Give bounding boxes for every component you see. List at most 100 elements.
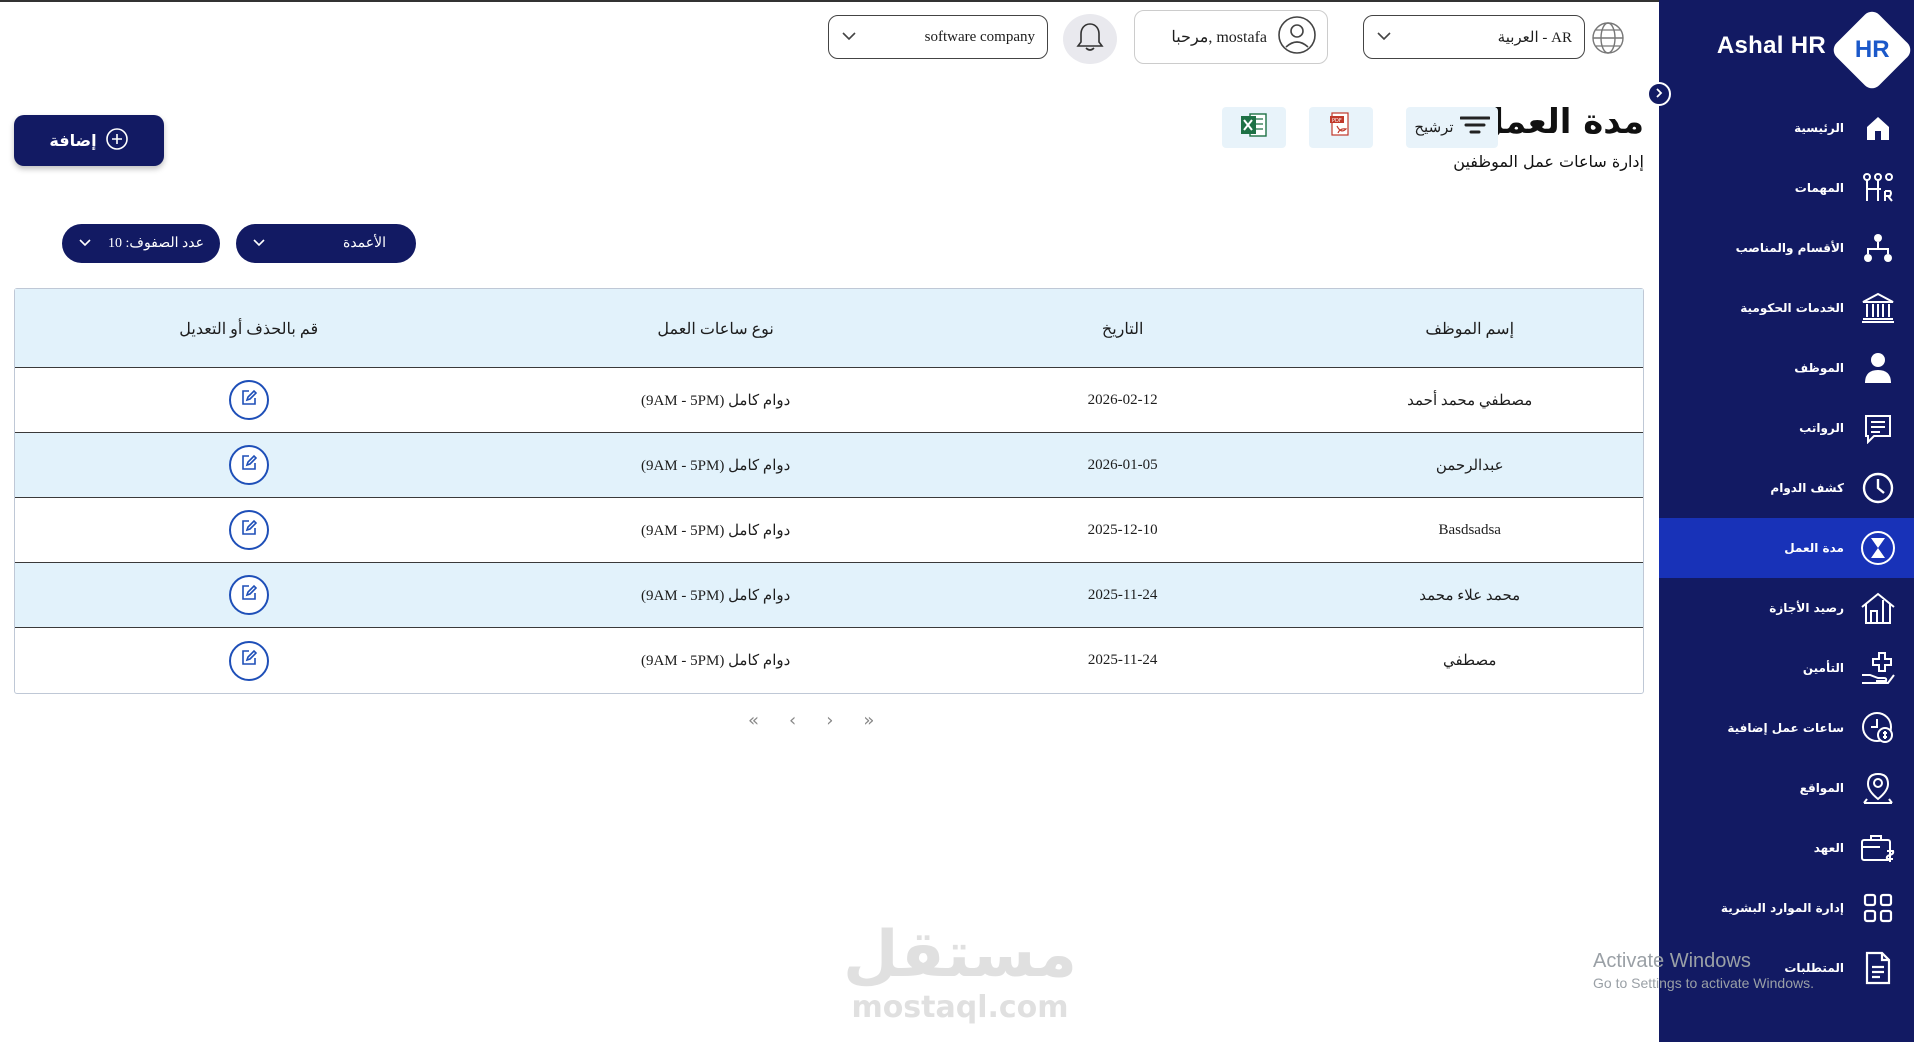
- sidebar-item-hr-management[interactable]: إدارة الموارد البشرية: [1659, 878, 1914, 938]
- app-logo: HR: [1829, 7, 1914, 93]
- avatar-icon: [1277, 15, 1317, 60]
- header-date[interactable]: التاريخ: [949, 289, 1297, 368]
- sidebar-item-departments[interactable]: الأقسام والمناصب: [1659, 218, 1914, 278]
- app-name: Ashal HR: [1716, 32, 1826, 59]
- bank-icon: [1856, 286, 1900, 330]
- mostaql-watermark: مستقل mostaql.com: [840, 920, 1080, 1025]
- user-menu[interactable]: مرحبا, mostafa: [1134, 10, 1328, 64]
- edit-button[interactable]: [228, 445, 269, 485]
- watermark-arabic: مستقل: [842, 918, 1078, 992]
- cell-work-type: دوام كامل (9AM - 5PM): [640, 457, 791, 474]
- sidebar-item-label: ساعات عمل إضافية: [1727, 721, 1844, 735]
- cell-employee-name: عبدالرحمن: [1435, 457, 1504, 474]
- table-row: عبدالرحمن 2026-01-05 دوام كامل (9AM - 5P…: [15, 433, 1643, 498]
- cell-employee-name: مصطفي محمد أحمد: [1407, 392, 1533, 409]
- edit-button[interactable]: [228, 640, 269, 681]
- cell-date: 2026-02-12: [1087, 391, 1158, 408]
- sidebar-item-label: التأمين: [1802, 661, 1844, 675]
- pagination: « ‹ › »: [748, 710, 874, 731]
- edit-button[interactable]: [228, 575, 269, 615]
- bell-icon: [1075, 21, 1105, 58]
- columns-label: الأعمدة: [342, 236, 386, 251]
- receipt-icon: [1856, 406, 1900, 450]
- sidebar-item-label: المهمات: [1794, 181, 1844, 195]
- sidebar-item-custody[interactable]: العهد: [1659, 818, 1914, 878]
- cell-date: 2025-11-24: [1087, 586, 1158, 603]
- document-icon: [1856, 946, 1900, 990]
- add-button[interactable]: إضافة: [14, 115, 164, 166]
- add-label: إضافة: [49, 131, 97, 150]
- table-row: مصطفي محمد أحمد 2026-02-12 دوام كامل (9A…: [15, 368, 1643, 433]
- sidebar-item-tasks[interactable]: المهمات: [1659, 158, 1914, 218]
- edit-icon: [240, 649, 258, 672]
- prev-page-button[interactable]: ‹: [789, 710, 796, 731]
- columns-select[interactable]: الأعمدة: [236, 224, 416, 263]
- edit-button[interactable]: [228, 380, 269, 420]
- sidebar-item-insurance[interactable]: التأمين: [1659, 638, 1914, 698]
- language-select[interactable]: العربية - AR: [1363, 15, 1585, 59]
- cell-work-type: دوام كامل (9AM - 5PM): [640, 587, 791, 604]
- company-select-value: software company: [924, 28, 1035, 45]
- page-title: مدة العمل: [1474, 102, 1644, 142]
- rows-per-page-label: عدد الصفوف: 10: [108, 236, 204, 251]
- cell-employee-name: مصطفي: [1443, 653, 1497, 669]
- sidebar-item-label: إدارة الموارد البشرية: [1720, 901, 1844, 915]
- briefcase-icon: [1856, 826, 1900, 870]
- grid-icon: [1856, 886, 1900, 930]
- first-page-button[interactable]: «: [748, 710, 759, 731]
- cell-actions: [15, 510, 482, 550]
- cell-actions: [15, 380, 482, 420]
- cell-actions: [15, 575, 482, 615]
- header-employee-name[interactable]: إسم الموظف: [1296, 289, 1643, 368]
- chevron-down-icon: [841, 29, 857, 46]
- table-row: مصطفي 2025-11-24 دوام كامل (9AM - 5PM): [15, 628, 1643, 693]
- sidebar-item-label: الموظف: [1794, 361, 1844, 375]
- export-excel-button[interactable]: [1222, 107, 1286, 148]
- sidebar-item-attendance[interactable]: كشف الدوام: [1659, 458, 1914, 518]
- hand-plus-icon: [1856, 646, 1900, 690]
- chevron-down-icon: [78, 236, 92, 252]
- sidebar-item-overtime[interactable]: ساعات عمل إضافية: [1659, 698, 1914, 758]
- rows-per-page-select[interactable]: عدد الصفوف: 10: [62, 224, 220, 263]
- filter-icon: [1459, 115, 1491, 140]
- table-row: محمد علاء محمد 2025-11-24 دوام كامل (9AM…: [15, 563, 1643, 628]
- location-icon: [1856, 766, 1900, 810]
- export-pdf-button[interactable]: PDF: [1309, 107, 1373, 148]
- edit-icon: [240, 519, 258, 542]
- company-select[interactable]: software company: [828, 15, 1048, 59]
- sidebar-item-government-services[interactable]: الخدمات الحكومية: [1659, 278, 1914, 338]
- next-page-button[interactable]: ›: [826, 710, 833, 731]
- cell-date: 2025-12-10: [1087, 521, 1158, 538]
- filter-label: ترشيح: [1414, 120, 1454, 136]
- sidebar-item-label: رصيد الأجازة: [1769, 601, 1844, 615]
- cell-actions: [15, 445, 482, 485]
- globe-icon[interactable]: [1590, 20, 1626, 56]
- table-row: Basdsadsa 2025-12-10 دوام كامل (9AM - 5P…: [15, 498, 1643, 563]
- hourglass-icon: [1856, 526, 1900, 570]
- edit-icon: [240, 454, 258, 477]
- sidebar-item-label: المواقع: [1799, 781, 1844, 795]
- svg-text:PDF: PDF: [1332, 118, 1342, 124]
- logo-mark: HR: [1854, 35, 1890, 63]
- sidebar-item-home[interactable]: الرئيسية: [1659, 98, 1914, 158]
- home-icon: [1856, 106, 1900, 150]
- sidebar-item-employee[interactable]: الموظف: [1659, 338, 1914, 398]
- sidebar-item-locations[interactable]: المواقع: [1659, 758, 1914, 818]
- filter-button[interactable]: ترشيح: [1406, 107, 1498, 148]
- work-hours-table: إسم الموظف التاريخ نوع ساعات العمل قم با…: [14, 288, 1644, 694]
- sidebar-item-label: كشف الدوام: [1770, 481, 1844, 495]
- sidebar-item-work-duration[interactable]: مدة العمل: [1659, 518, 1914, 578]
- edit-button[interactable]: [228, 510, 269, 550]
- chevron-down-icon: [252, 236, 266, 252]
- notifications-button[interactable]: [1063, 14, 1117, 64]
- sidebar-item-leave-balance[interactable]: رصيد الأجازة: [1659, 578, 1914, 638]
- pdf-icon: PDF: [1329, 112, 1353, 143]
- header-work-type[interactable]: نوع ساعات العمل: [482, 289, 948, 368]
- cell-work-type: دوام كامل (9AM - 5PM): [640, 653, 791, 669]
- edit-icon: [240, 584, 258, 607]
- table-header: إسم الموظف التاريخ نوع ساعات العمل قم با…: [15, 289, 1643, 368]
- sidebar-item-salaries[interactable]: الرواتب: [1659, 398, 1914, 458]
- last-page-button[interactable]: »: [863, 710, 874, 731]
- plus-circle-icon: [105, 127, 129, 155]
- user-greeting: مرحبا, mostafa: [1171, 29, 1267, 46]
